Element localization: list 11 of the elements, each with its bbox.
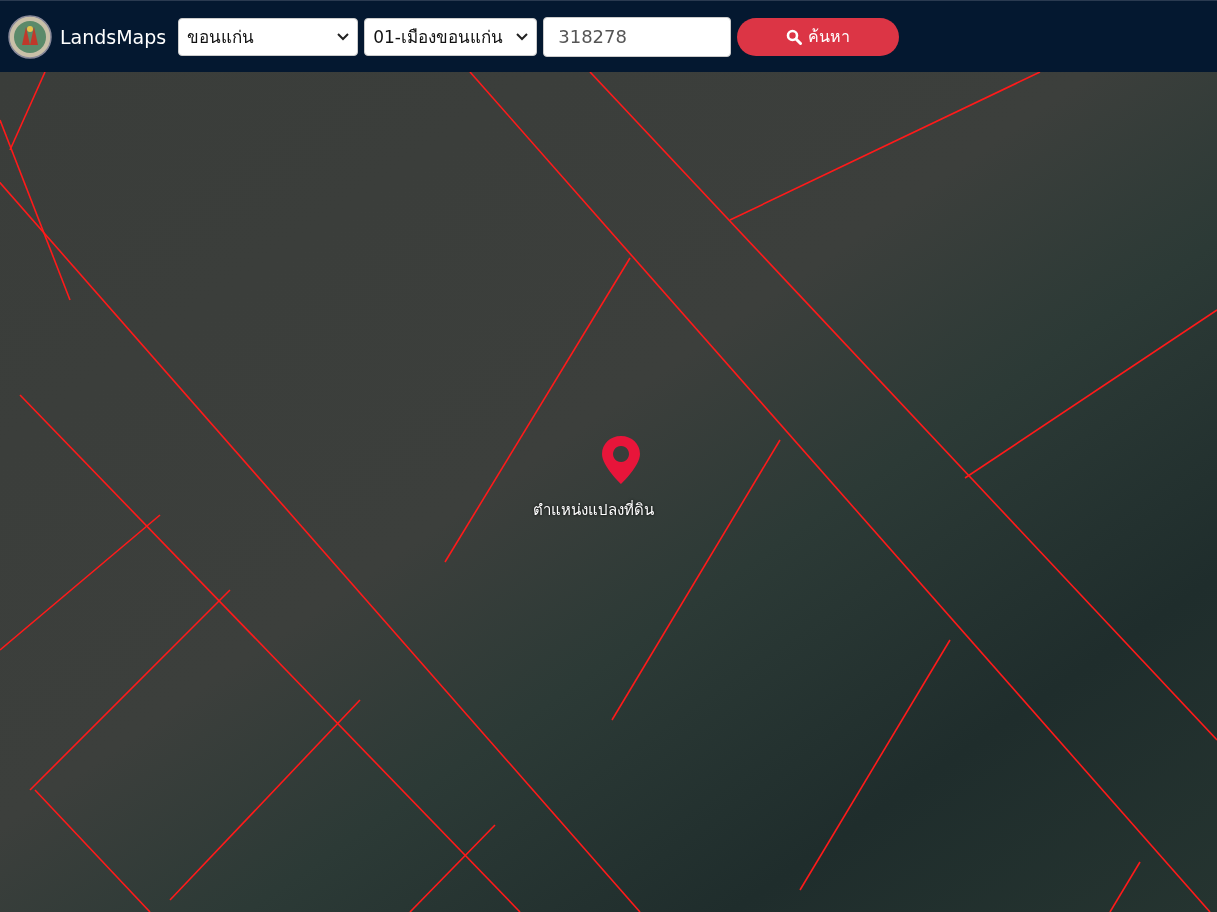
district-select[interactable]: 01-เมืองขอนแก่น: [364, 17, 538, 56]
search-button[interactable]: ค้นหา: [737, 17, 900, 56]
brand-name: LandsMaps: [60, 25, 167, 48]
location-pin-icon: [600, 434, 642, 486]
province-select[interactable]: ขอนแก่น: [178, 17, 359, 56]
parcel-number-field[interactable]: 318278: [543, 16, 732, 57]
chevron-down-icon: [516, 32, 529, 41]
search-icon: [786, 28, 803, 45]
emblem-logo: [8, 14, 52, 59]
marker-label: ตำแหน่งแปลงที่ดิน: [533, 499, 654, 521]
chevron-down-icon: [337, 32, 350, 41]
